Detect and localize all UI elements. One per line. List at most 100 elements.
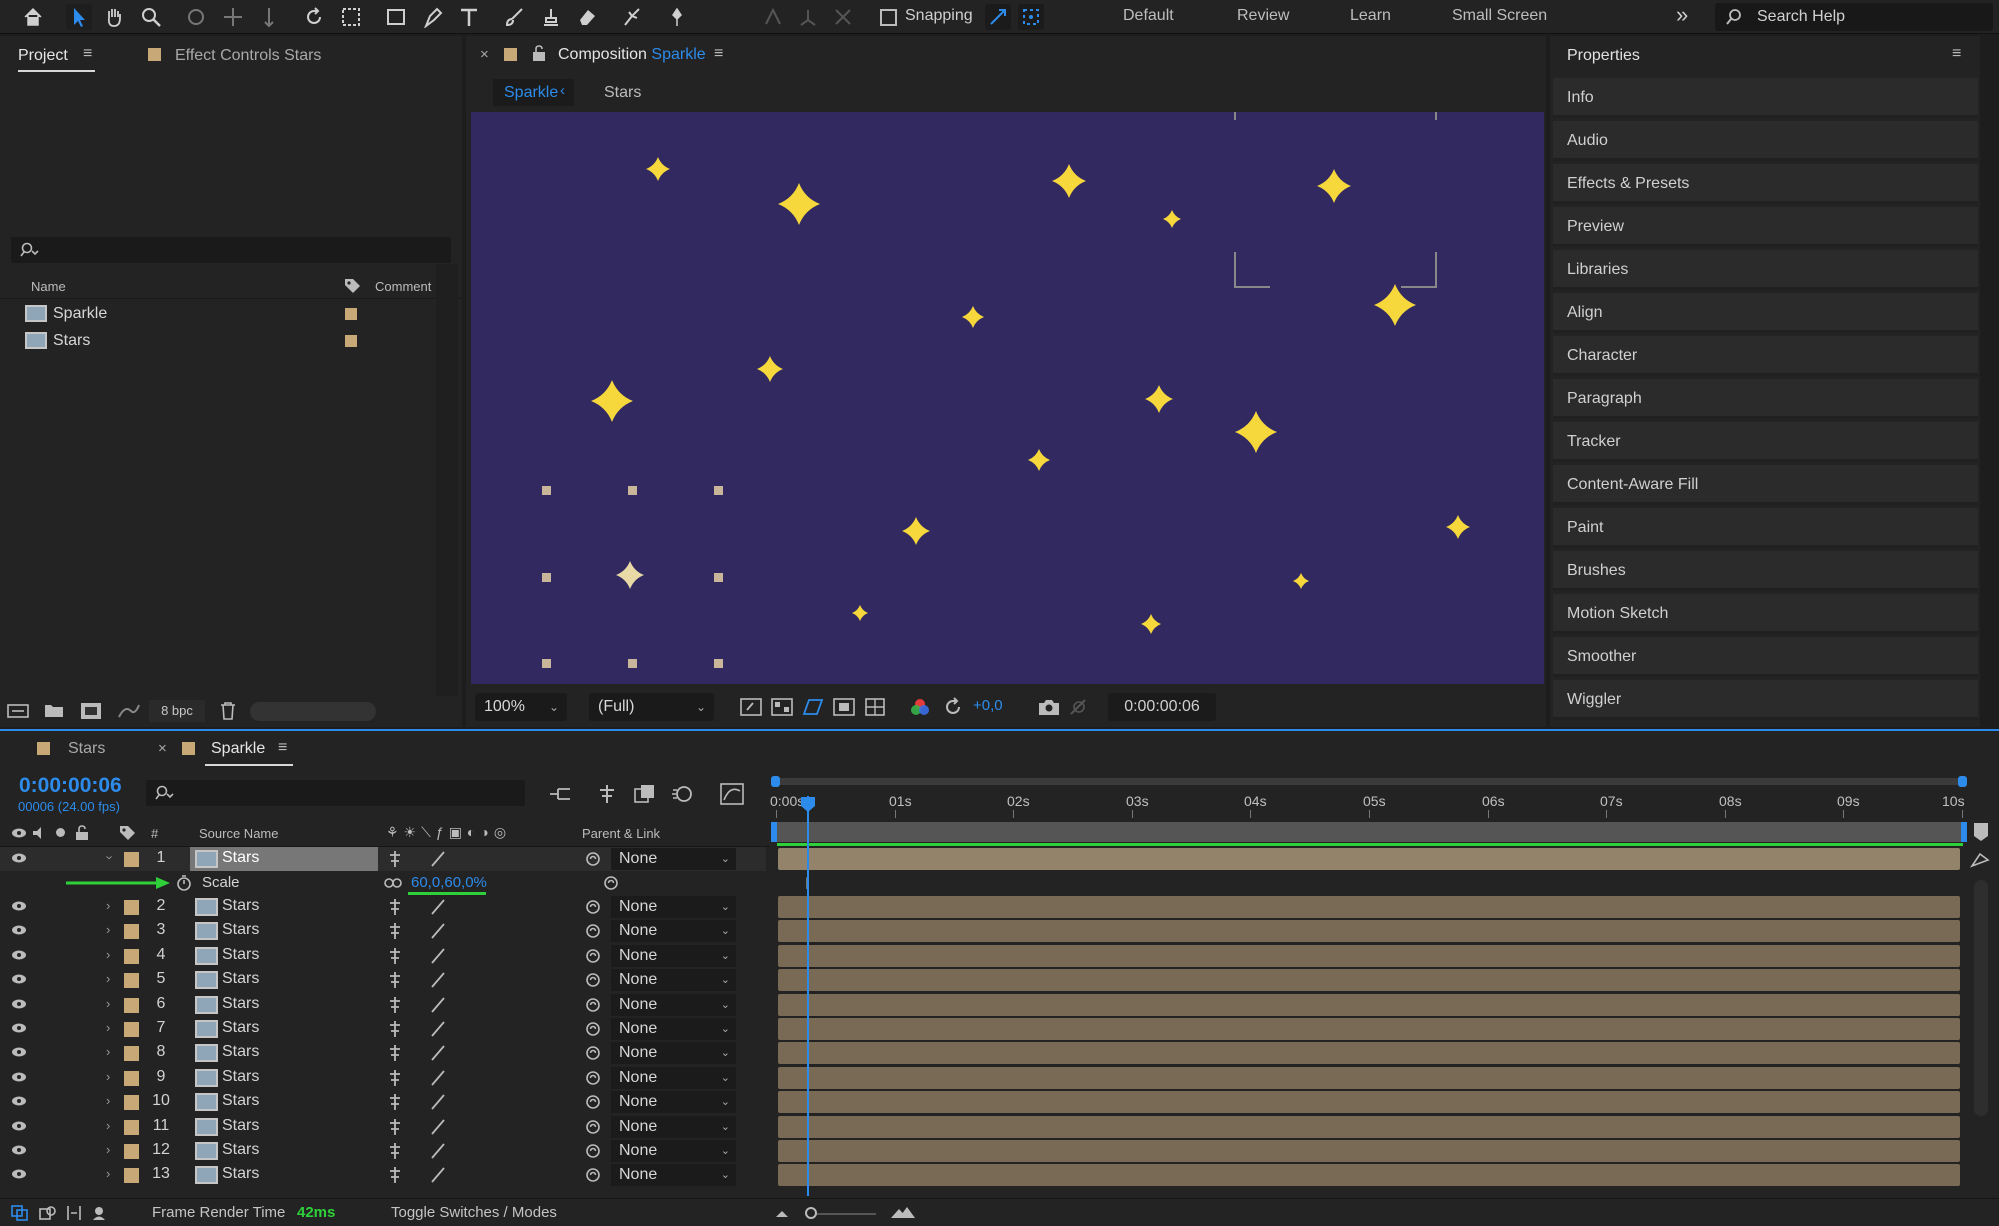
scale-value[interactable]: 60,0,60,0% xyxy=(411,874,487,891)
collapse-transform-icon[interactable] xyxy=(387,1069,403,1087)
workspace-default[interactable]: Default xyxy=(1123,7,1174,25)
layer-row[interactable]: › 7 Stars None ⌄ xyxy=(0,1017,766,1041)
bit-depth-button[interactable]: 8 bpc xyxy=(149,700,205,722)
expand-chevron-icon[interactable]: › xyxy=(106,947,110,962)
quality-switch-icon[interactable] xyxy=(430,851,446,867)
layer-name[interactable]: Stars xyxy=(222,1068,259,1086)
constrain-proportions-icon[interactable] xyxy=(384,877,402,889)
eye-icon[interactable] xyxy=(11,1120,27,1132)
transform-handle[interactable] xyxy=(542,486,551,495)
timeline-menu-icon[interactable]: ≡ xyxy=(278,739,287,757)
layer-duration-bar[interactable] xyxy=(778,1042,1960,1064)
pick-whip-icon[interactable] xyxy=(584,996,602,1014)
column-source-name[interactable]: Source Name xyxy=(199,826,278,841)
quality-switch-icon[interactable] xyxy=(430,899,446,915)
parent-dropdown[interactable]: None ⌄ xyxy=(611,896,736,918)
viewer-timecode[interactable]: 0:00:00:06 xyxy=(1108,693,1216,721)
eye-icon[interactable] xyxy=(11,900,27,912)
transform-handle[interactable] xyxy=(542,573,551,582)
navigator-start-handle[interactable] xyxy=(771,776,780,787)
quality-switch-icon[interactable] xyxy=(430,1167,446,1183)
collapse-transform-icon[interactable] xyxy=(387,947,403,965)
pick-whip-icon[interactable] xyxy=(584,898,602,916)
expand-chevron-icon[interactable]: › xyxy=(103,855,118,859)
breadcrumb-active[interactable]: Sparkle ‹ xyxy=(493,79,574,106)
eye-icon[interactable] xyxy=(11,1071,27,1083)
hand-tool-icon[interactable] xyxy=(101,4,127,30)
mask-visibility-icon[interactable] xyxy=(802,697,824,717)
project-search-input[interactable] xyxy=(11,237,451,263)
project-menu-icon[interactable]: ≡ xyxy=(83,45,92,63)
layer-label-swatch[interactable] xyxy=(124,1168,139,1183)
project-item[interactable]: Stars xyxy=(0,328,440,355)
orbit-camera-icon[interactable] xyxy=(183,4,209,30)
panel-item-motion-sketch[interactable]: Motion Sketch xyxy=(1553,594,1978,634)
grid-guides-icon[interactable] xyxy=(864,697,886,717)
parent-dropdown[interactable]: None ⌄ xyxy=(611,945,736,967)
layer-row[interactable]: › 10 Stars None ⌄ xyxy=(0,1090,766,1114)
parent-dropdown[interactable]: None ⌄ xyxy=(611,1042,736,1064)
transform-handle[interactable] xyxy=(628,486,637,495)
exposure-value[interactable]: +0,0 xyxy=(973,697,1003,714)
collapse-transform-icon[interactable] xyxy=(387,1020,403,1038)
pick-whip-icon[interactable] xyxy=(584,850,602,868)
layer-name[interactable]: Stars xyxy=(222,1117,259,1135)
pick-whip-icon[interactable] xyxy=(584,1142,602,1160)
parent-dropdown[interactable]: None ⌄ xyxy=(611,848,736,870)
quality-switch-icon[interactable] xyxy=(430,1021,446,1037)
playhead-icon[interactable] xyxy=(800,796,816,813)
layer-label-swatch[interactable] xyxy=(124,1144,139,1159)
comp-marker-bin-icon[interactable] xyxy=(1973,822,1989,842)
panel-item-audio[interactable]: Audio xyxy=(1553,121,1978,161)
lock-icon[interactable] xyxy=(75,825,89,841)
selection-tool-icon[interactable] xyxy=(66,4,92,30)
layer-label-swatch[interactable] xyxy=(124,900,139,915)
tab-timeline-stars[interactable]: Stars xyxy=(68,740,105,758)
rotate-tool-icon[interactable] xyxy=(301,4,327,30)
pick-whip-icon[interactable] xyxy=(584,1118,602,1136)
parent-dropdown[interactable]: None ⌄ xyxy=(611,994,736,1016)
transform-handle[interactable] xyxy=(714,573,723,582)
navigator-end-handle[interactable] xyxy=(1958,776,1967,787)
label-tag-icon[interactable] xyxy=(119,825,137,841)
layer-row[interactable]: › 8 Stars None ⌄ xyxy=(0,1041,766,1065)
snapping-checkbox[interactable] xyxy=(876,4,902,30)
pick-whip-icon[interactable] xyxy=(584,1020,602,1038)
panel-item-brushes[interactable]: Brushes xyxy=(1553,551,1978,591)
layer-duration-bar[interactable] xyxy=(778,1091,1960,1113)
pick-whip-icon[interactable] xyxy=(584,1093,602,1111)
solo-icon[interactable] xyxy=(56,828,65,837)
new-folder-icon[interactable] xyxy=(44,702,64,718)
layer-duration-bar[interactable] xyxy=(778,896,1960,918)
panel-item-wiggler[interactable]: Wiggler xyxy=(1553,680,1978,720)
quality-switch-icon[interactable] xyxy=(430,1143,446,1159)
layer-row-selected[interactable]: › 1 Stars None ⌄ xyxy=(0,847,766,871)
collapse-transform-icon[interactable] xyxy=(387,922,403,940)
zoom-in-icon[interactable] xyxy=(890,1205,916,1219)
lock-icon[interactable] xyxy=(532,45,546,62)
expand-chevron-icon[interactable]: › xyxy=(106,1093,110,1108)
panel-item-paragraph[interactable]: Paragraph xyxy=(1553,379,1978,419)
layer-duration-bar[interactable] xyxy=(778,969,1960,991)
panel-item-content-aware-fill[interactable]: Content-Aware Fill xyxy=(1553,465,1978,505)
quality-switch-icon[interactable] xyxy=(430,972,446,988)
collapse-transform-icon[interactable] xyxy=(387,1118,403,1136)
panel-item-align[interactable]: Align xyxy=(1553,293,1978,333)
type-tool-icon[interactable] xyxy=(456,4,482,30)
layer-name[interactable]: Stars xyxy=(222,995,259,1013)
eye-icon[interactable] xyxy=(11,1046,27,1058)
world-axis-icon[interactable] xyxy=(795,4,821,30)
layer-label-swatch[interactable] xyxy=(124,1120,139,1135)
eye-icon[interactable] xyxy=(11,973,27,985)
region-of-interest-icon[interactable] xyxy=(833,698,855,716)
zoom-tool-icon[interactable] xyxy=(138,4,164,30)
channel-icon[interactable] xyxy=(910,697,930,717)
interpret-footage-icon[interactable] xyxy=(7,703,29,719)
panel-item-libraries[interactable]: Libraries xyxy=(1553,250,1978,290)
magnification-dropdown[interactable]: 100% ⌄ xyxy=(475,693,567,721)
reset-exposure-icon[interactable] xyxy=(943,697,963,717)
snap-edges-icon[interactable] xyxy=(985,4,1011,30)
composition-viewer[interactable] xyxy=(471,112,1544,684)
puppet-pin-icon[interactable] xyxy=(664,4,690,30)
brush-tool-icon[interactable] xyxy=(501,4,527,30)
